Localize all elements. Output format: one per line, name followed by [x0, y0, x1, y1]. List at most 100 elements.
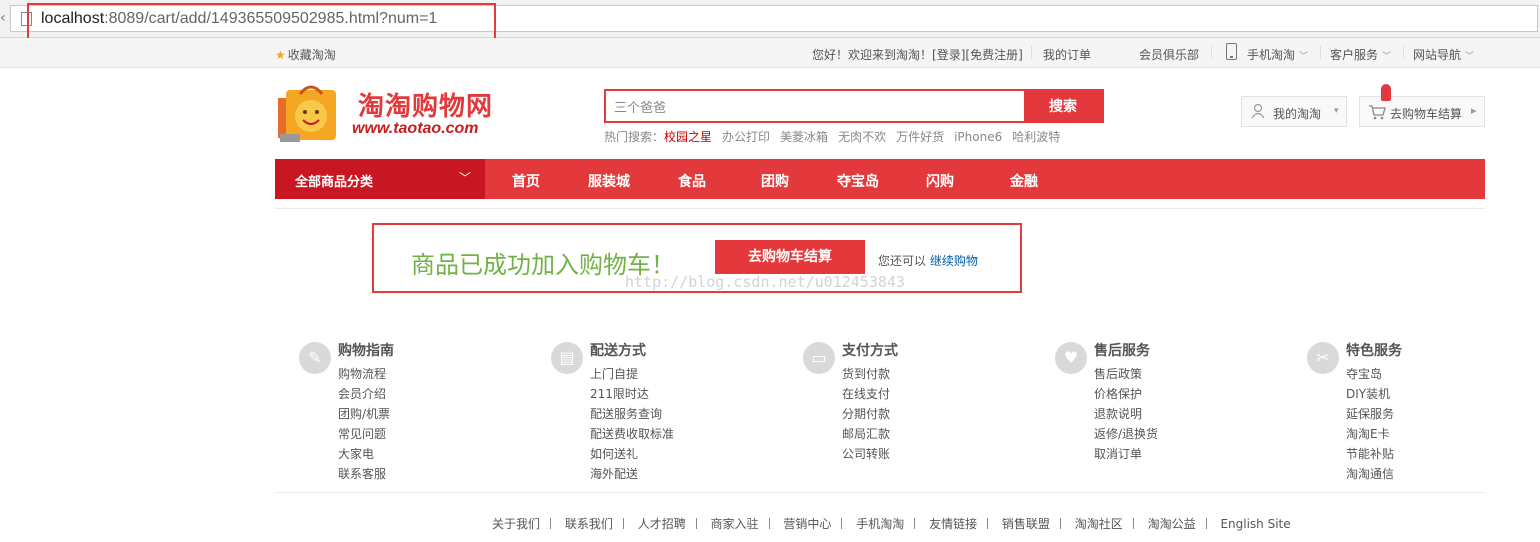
register-link[interactable]: [免费注册]: [965, 48, 1022, 62]
footer-bottom-link[interactable]: 淘淘社区: [1075, 515, 1123, 532]
hot-search-item[interactable]: 美菱冰箱: [780, 130, 828, 144]
footer-link[interactable]: 会员介绍: [338, 384, 390, 404]
favorite-link[interactable]: ★ 收藏淘淘: [275, 46, 336, 63]
footer-link[interactable]: 淘淘E卡: [1346, 424, 1394, 444]
nav-item-finance[interactable]: 金融: [1010, 171, 1038, 191]
divider: [914, 518, 916, 529]
hot-search-item[interactable]: 校园之星: [664, 130, 712, 144]
search-button[interactable]: 搜索: [1024, 91, 1102, 121]
go-to-cart-checkout-button[interactable]: 去购物车结算: [715, 240, 865, 274]
nav-item-clothing[interactable]: 服装城: [588, 171, 630, 191]
footer-bottom-link[interactable]: 销售联盟: [1002, 515, 1050, 532]
also-text: 您还可以: [878, 254, 927, 268]
divider: [1211, 46, 1212, 59]
chevron-down-icon: ﹀: [1382, 52, 1392, 62]
cart-checkout-button[interactable]: 去购物车结算 ▸: [1359, 96, 1485, 127]
footer-link[interactable]: 夺宝岛: [1346, 364, 1394, 384]
footer-link[interactable]: 如何送礼: [590, 444, 674, 464]
footer-link[interactable]: 在线支付: [842, 384, 890, 404]
site-nav-label: 网站导航: [1413, 48, 1462, 62]
footer-link[interactable]: 取消订单: [1094, 444, 1158, 464]
back-chevron-icon[interactable]: ‹: [0, 10, 8, 26]
footer-bottom-link[interactable]: 友情链接: [929, 515, 977, 532]
nav-item-treasure-island[interactable]: 夺宝岛: [837, 171, 879, 191]
footer-link[interactable]: 价格保护: [1094, 384, 1158, 404]
footer-link-list: 货到付款 在线支付 分期付款 邮局汇款 公司转账: [842, 364, 890, 464]
divider: [1031, 46, 1032, 59]
footer-link[interactable]: 退款说明: [1094, 404, 1158, 424]
cart-checkout-label: 去购物车结算: [1390, 107, 1463, 121]
footer-link[interactable]: 上门自提: [590, 364, 674, 384]
footer-link[interactable]: 货到付款: [842, 364, 890, 384]
divider: [1205, 518, 1207, 529]
continue-shopping-link[interactable]: 继续购物: [930, 254, 978, 268]
divider: [841, 518, 843, 529]
footer-link[interactable]: DIY装机: [1346, 384, 1394, 404]
url-annotation-box: [27, 3, 496, 40]
divider: [1403, 46, 1404, 59]
footer-link[interactable]: 常见问题: [338, 424, 390, 444]
footer-link[interactable]: 配送服务查询: [590, 404, 674, 424]
footer-column-title: 购物指南: [338, 343, 394, 359]
nav-item-home[interactable]: 首页: [512, 171, 540, 191]
nav-item-flash-sale[interactable]: 闪购: [926, 171, 954, 191]
vip-club-label: 会员俱乐部: [1139, 48, 1200, 62]
footer-bottom-link[interactable]: 商家入驻: [711, 515, 759, 532]
category-nav-bar: 全部商品分类 ﹀ 首页 服装城 食品 团购 夺宝岛 闪购 金融: [275, 159, 1485, 199]
footer-link[interactable]: 海外配送: [590, 464, 674, 484]
divider: [1132, 518, 1134, 529]
footer-bottom-link[interactable]: 关于我们: [492, 515, 540, 532]
site-nav-link[interactable]: 网站导航 ﹀: [1413, 46, 1474, 63]
footer-link[interactable]: 211限时达: [590, 384, 674, 404]
shopping-bag-logo-icon[interactable]: [276, 80, 342, 146]
login-link[interactable]: [登录]: [932, 48, 965, 62]
divider: [1320, 46, 1321, 59]
greeting-text: 您好！欢迎来到淘淘！: [812, 48, 933, 62]
footer-link[interactable]: 返修/退换货: [1094, 424, 1158, 444]
footer-link[interactable]: 配送费收取标准: [590, 424, 674, 444]
footer-bottom-link[interactable]: English Site: [1220, 517, 1290, 531]
footer-link[interactable]: 团购/机票: [338, 404, 390, 424]
footer-bottom-link[interactable]: 淘淘公益: [1148, 515, 1196, 532]
all-categories-label: 全部商品分类: [295, 175, 374, 190]
footer-link[interactable]: 大家电: [338, 444, 390, 464]
all-categories-dropdown[interactable]: 全部商品分类 ﹀: [275, 159, 485, 199]
mobile-link[interactable]: 手机淘淘 ﹀: [1247, 46, 1308, 63]
divider: [275, 208, 1485, 209]
logo-title[interactable]: 淘淘购物网: [358, 86, 493, 123]
footer-link[interactable]: 节能补贴: [1346, 444, 1394, 464]
footer-link-list: 夺宝岛 DIY装机 延保服务 淘淘E卡 节能补贴 淘淘通信: [1346, 364, 1394, 484]
customer-service-label: 客户服务: [1330, 48, 1379, 62]
hot-search-item[interactable]: 无肉不欢: [838, 130, 886, 144]
footer-bottom-link[interactable]: 联系我们: [565, 515, 613, 532]
footer-bottom-link[interactable]: 营销中心: [783, 515, 831, 532]
hot-search-item[interactable]: 万件好货: [896, 130, 944, 144]
nav-item-food[interactable]: 食品: [678, 171, 706, 191]
search-input[interactable]: [606, 91, 1026, 121]
footer-link[interactable]: 淘淘通信: [1346, 464, 1394, 484]
footer-link[interactable]: 联系客服: [338, 464, 390, 484]
footer-bottom-link[interactable]: 人才招聘: [638, 515, 686, 532]
footer-link-list: 售后政策 价格保护 退款说明 返修/退换货 取消订单: [1094, 364, 1158, 464]
top-nav-bar: ★ 收藏淘淘 您好！欢迎来到淘淘！[登录][免费注册] 我的订单 会员俱乐部 手机…: [0, 38, 1540, 68]
footer-column-title: 特色服务: [1346, 343, 1402, 359]
footer-link[interactable]: 邮局汇款: [842, 424, 890, 444]
footer-link[interactable]: 公司转账: [842, 444, 890, 464]
hot-searches: 热门搜索：校园之星 办公打印 美菱冰箱 无肉不欢 万件好货 iPhone6 哈利波特: [604, 128, 1070, 145]
footer-bottom-link[interactable]: 手机淘淘: [856, 515, 904, 532]
customer-service-link[interactable]: 客户服务 ﹀: [1330, 46, 1391, 63]
my-orders-link[interactable]: 我的订单: [1043, 46, 1091, 63]
hot-search-item[interactable]: 办公打印: [722, 130, 770, 144]
footer-link[interactable]: 分期付款: [842, 404, 890, 424]
hot-search-item[interactable]: iPhone6: [954, 130, 1002, 144]
divider: [622, 518, 624, 529]
logo-url[interactable]: www.taotao.com: [352, 120, 479, 138]
footer-link[interactable]: 购物流程: [338, 364, 390, 384]
footer-link[interactable]: 延保服务: [1346, 404, 1394, 424]
favorite-label: 收藏淘淘: [287, 48, 336, 62]
vip-club-link[interactable]: 会员俱乐部: [1139, 46, 1199, 63]
my-taotao-button[interactable]: 我的淘淘 ▾: [1241, 96, 1347, 127]
nav-item-group-buy[interactable]: 团购: [761, 171, 789, 191]
footer-link[interactable]: 售后政策: [1094, 364, 1158, 384]
hot-search-item[interactable]: 哈利波特: [1012, 130, 1060, 144]
